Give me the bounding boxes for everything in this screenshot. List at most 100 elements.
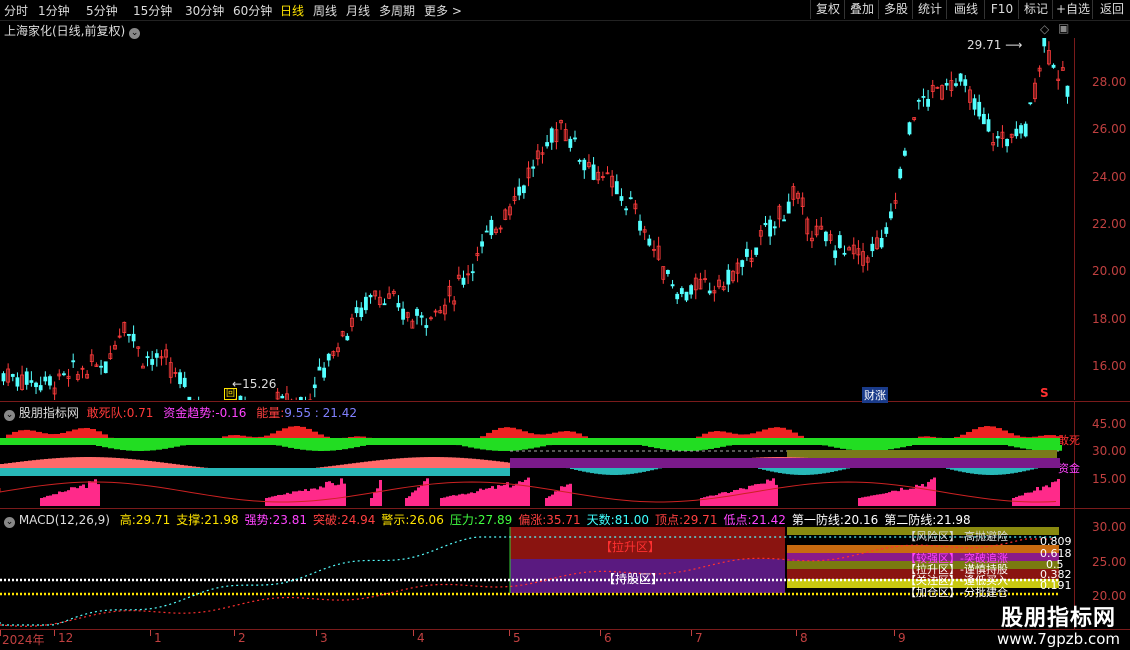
candle-body: [614, 181, 619, 195]
stats-button[interactable]: 统计: [912, 0, 947, 19]
tab-fenshi[interactable]: 分时: [4, 2, 28, 19]
candle-body: [71, 360, 76, 363]
ind1-magenta-bar: [417, 487, 420, 506]
tab-60min[interactable]: 60分钟: [233, 2, 272, 19]
candle: [145, 351, 150, 367]
tab-more[interactable]: 更多 >: [424, 2, 462, 19]
candle: [350, 313, 354, 332]
candle: [703, 269, 707, 283]
ind1-red-bar: [1038, 435, 1044, 438]
ind2-value: 23.81: [272, 513, 308, 527]
tab-15min[interactable]: 15分钟: [133, 2, 172, 19]
ind1-magenta-bar: [289, 493, 292, 506]
ind1-cyan-bar: [830, 468, 834, 472]
candle: [596, 166, 601, 185]
candle: [1037, 65, 1042, 78]
buy-marker-icon[interactable]: 回: [224, 388, 238, 400]
ind1-magenta-bar: [569, 483, 572, 506]
ind1-magenta-bar: [888, 492, 891, 506]
candle: [75, 371, 80, 382]
ind1-magenta-bar: [328, 481, 331, 506]
back-button[interactable]: 返回: [1092, 0, 1130, 19]
ind1-green-bar: [828, 445, 834, 447]
candle: [661, 266, 666, 284]
fuquan-button[interactable]: 复权: [810, 0, 845, 19]
tab-multi-period[interactable]: 多周期: [379, 2, 415, 19]
ind2-value: 27.89: [477, 513, 513, 527]
zone-label: 【拉升区】: [600, 540, 661, 554]
ind1-magenta-bar: [900, 487, 903, 506]
candle: [721, 281, 726, 292]
ind1-red-bar: [252, 437, 258, 438]
ind1-cyan-bar: [626, 468, 630, 475]
candle: [193, 399, 195, 400]
ind1-red-bar: [96, 431, 102, 438]
add-watchlist-button[interactable]: +自选: [1052, 0, 1093, 19]
ind1-magenta-bar: [769, 480, 772, 506]
ind1-magenta-bar: [446, 496, 449, 506]
ind1-salmon-bar: [140, 460, 144, 468]
ind1-red-bar: [228, 435, 234, 438]
candle-body: [1014, 128, 1019, 137]
ind1-green-bar: [1008, 445, 1014, 447]
chart-title[interactable]: 上海家化(日线,前复权) ⌄: [4, 22, 141, 39]
candle: [298, 396, 303, 400]
ind1-magenta-bar: [94, 479, 97, 506]
ind1-salmon-bar: [452, 457, 456, 468]
ind1-cyan-bar: [1002, 468, 1006, 475]
ind1-magenta-bar: [921, 484, 924, 506]
ind1-salmon-bar: [444, 457, 448, 468]
candle: [1028, 102, 1033, 106]
candle-body: [131, 333, 136, 342]
date-tick: 9: [898, 631, 906, 645]
tab-weekly[interactable]: 周线: [313, 2, 337, 19]
ind1-salmon-bar: [76, 457, 80, 468]
overlay-button[interactable]: 叠加: [844, 0, 879, 19]
date-tick: 8: [800, 631, 808, 645]
tab-5min[interactable]: 5分钟: [86, 2, 118, 19]
multi-stock-button[interactable]: 多股: [878, 0, 913, 19]
candle: [285, 386, 289, 400]
candlestick-chart[interactable]: [0, 38, 1074, 400]
window-icon[interactable]: ▣: [1058, 21, 1069, 35]
candle: [754, 247, 759, 257]
ind1-red-bar: [1050, 435, 1056, 438]
tab-30min[interactable]: 30分钟: [185, 2, 224, 19]
ind1-tick: 45.00: [1092, 417, 1127, 431]
ind1-magenta-bar: [1036, 487, 1039, 506]
ind1-red-bar: [42, 433, 48, 438]
ind1-red-bar: [576, 433, 582, 438]
ind1-cyan-band: [0, 468, 510, 476]
candle: [889, 203, 893, 221]
ind1-magenta-bar: [1024, 492, 1027, 506]
ind1-cyan-bar: [782, 468, 786, 474]
tab-daily[interactable]: 日线: [280, 2, 304, 19]
f10-button[interactable]: F10: [984, 0, 1019, 19]
candle-body: [624, 208, 628, 211]
ind1-magenta-bar: [298, 490, 301, 506]
zone-label: 【持股区】: [603, 572, 664, 586]
ind1-magenta-bar: [331, 483, 334, 506]
ind1-green-bar: [114, 445, 120, 450]
ind1-magenta-bar: [715, 495, 718, 506]
diamond-icon[interactable]: ◇: [1040, 22, 1049, 36]
mark-button[interactable]: 标记: [1018, 0, 1053, 19]
tab-1min[interactable]: 1分钟: [38, 2, 70, 19]
draw-line-button[interactable]: 画线: [946, 0, 985, 19]
tab-monthly[interactable]: 月线: [346, 2, 370, 19]
indicator2-name[interactable]: MACD(12,26,9): [19, 513, 110, 527]
candle: [419, 312, 424, 326]
ind1-red-bar: [924, 436, 930, 438]
zone-label: 【加仓区】-分批建仓: [905, 586, 1008, 599]
ind1-green-bar: [726, 445, 732, 446]
ind1-salmon-bar: [400, 458, 404, 468]
candle-body: [1042, 38, 1047, 47]
caizhang-badge[interactable]: 财涨: [862, 387, 888, 403]
date-tick-line: [691, 630, 692, 636]
sell-marker-icon[interactable]: S: [1040, 386, 1049, 400]
ind1-magenta-bar: [912, 488, 915, 506]
ind1-magenta-bar: [292, 491, 295, 506]
ind1-salmon-bar: [96, 457, 100, 468]
indicator1-chart[interactable]: [0, 418, 1074, 508]
candle-body: [1051, 64, 1056, 68]
